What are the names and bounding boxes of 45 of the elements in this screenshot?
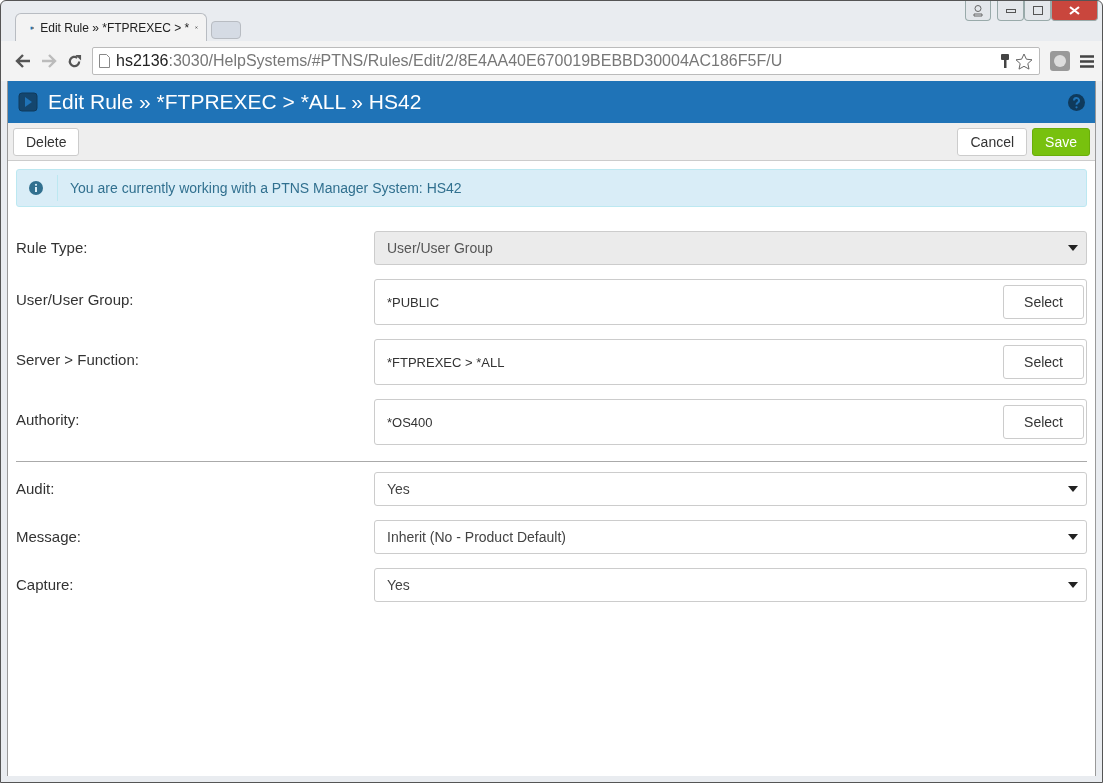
star-icon[interactable] xyxy=(1015,52,1033,70)
select-button[interactable]: Select xyxy=(1003,345,1084,379)
page-title: Edit Rule » *FTPREXEC > *ALL » HS42 xyxy=(48,90,423,114)
close-window-button[interactable] xyxy=(1051,1,1098,21)
field-label: Authority: xyxy=(16,410,81,428)
field-label: Server > Function: xyxy=(16,350,140,368)
help-icon[interactable] xyxy=(1068,93,1085,111)
browser-tab[interactable]: Edit Rule » *FTPREXEC > * xyxy=(15,13,207,41)
person-icon xyxy=(973,4,983,17)
caret-icon xyxy=(1068,582,1078,588)
select-field[interactable]: Yes xyxy=(374,568,1087,602)
select-button[interactable]: Select xyxy=(1003,285,1084,319)
caret-icon xyxy=(1068,534,1078,540)
tab-title: Edit Rule » *FTPREXEC > * xyxy=(40,20,190,35)
back-icon[interactable] xyxy=(15,54,31,68)
play-icon xyxy=(18,92,38,112)
select-field[interactable]: Yes xyxy=(374,472,1087,506)
key-icon[interactable] xyxy=(1001,54,1009,68)
field-label: Capture: xyxy=(16,575,75,593)
info-icon xyxy=(29,181,43,195)
caret-icon xyxy=(1068,245,1078,251)
url-text: hs2136:3030/HelpSystems/#PTNS/Rules/Edit/2/8E4AA40E670019BEBBD30004AC186F5F/U xyxy=(116,52,784,70)
alert-text: You are currently working with a PTNS Manager System: HS42 xyxy=(57,175,462,201)
reload-icon[interactable] xyxy=(67,53,82,69)
caret-icon xyxy=(1068,486,1078,492)
maximize-icon xyxy=(1032,6,1043,15)
page-icon xyxy=(99,54,110,68)
field-label: Message: xyxy=(16,527,83,545)
field-label: User/User Group: xyxy=(16,290,135,308)
close-icon xyxy=(1069,6,1080,15)
select-field[interactable]: Inherit (No - Product Default) xyxy=(374,520,1087,554)
cancel-button[interactable]: Cancel xyxy=(957,127,1028,156)
field-value: *OS400 xyxy=(387,414,433,430)
field-value: *FTPREXEC > *ALL xyxy=(387,354,505,370)
maximize-button[interactable] xyxy=(1024,1,1051,21)
user-button[interactable] xyxy=(965,1,991,21)
menu-icon[interactable] xyxy=(1080,54,1094,68)
minimize-button[interactable] xyxy=(997,1,1024,21)
field-label: Rule Type: xyxy=(16,238,89,256)
address-bar[interactable]: hs2136:3030/HelpSystems/#PTNS/Rules/Edit/2/8E4AA40E670019BEBBD30004AC186F5F/U xyxy=(92,47,1040,75)
field-value: *PUBLIC xyxy=(387,294,440,310)
delete-button[interactable]: Delete xyxy=(13,127,80,156)
field-label: Audit: xyxy=(16,479,56,497)
minimize-icon xyxy=(1005,8,1016,13)
select-button[interactable]: Select xyxy=(1003,405,1084,439)
